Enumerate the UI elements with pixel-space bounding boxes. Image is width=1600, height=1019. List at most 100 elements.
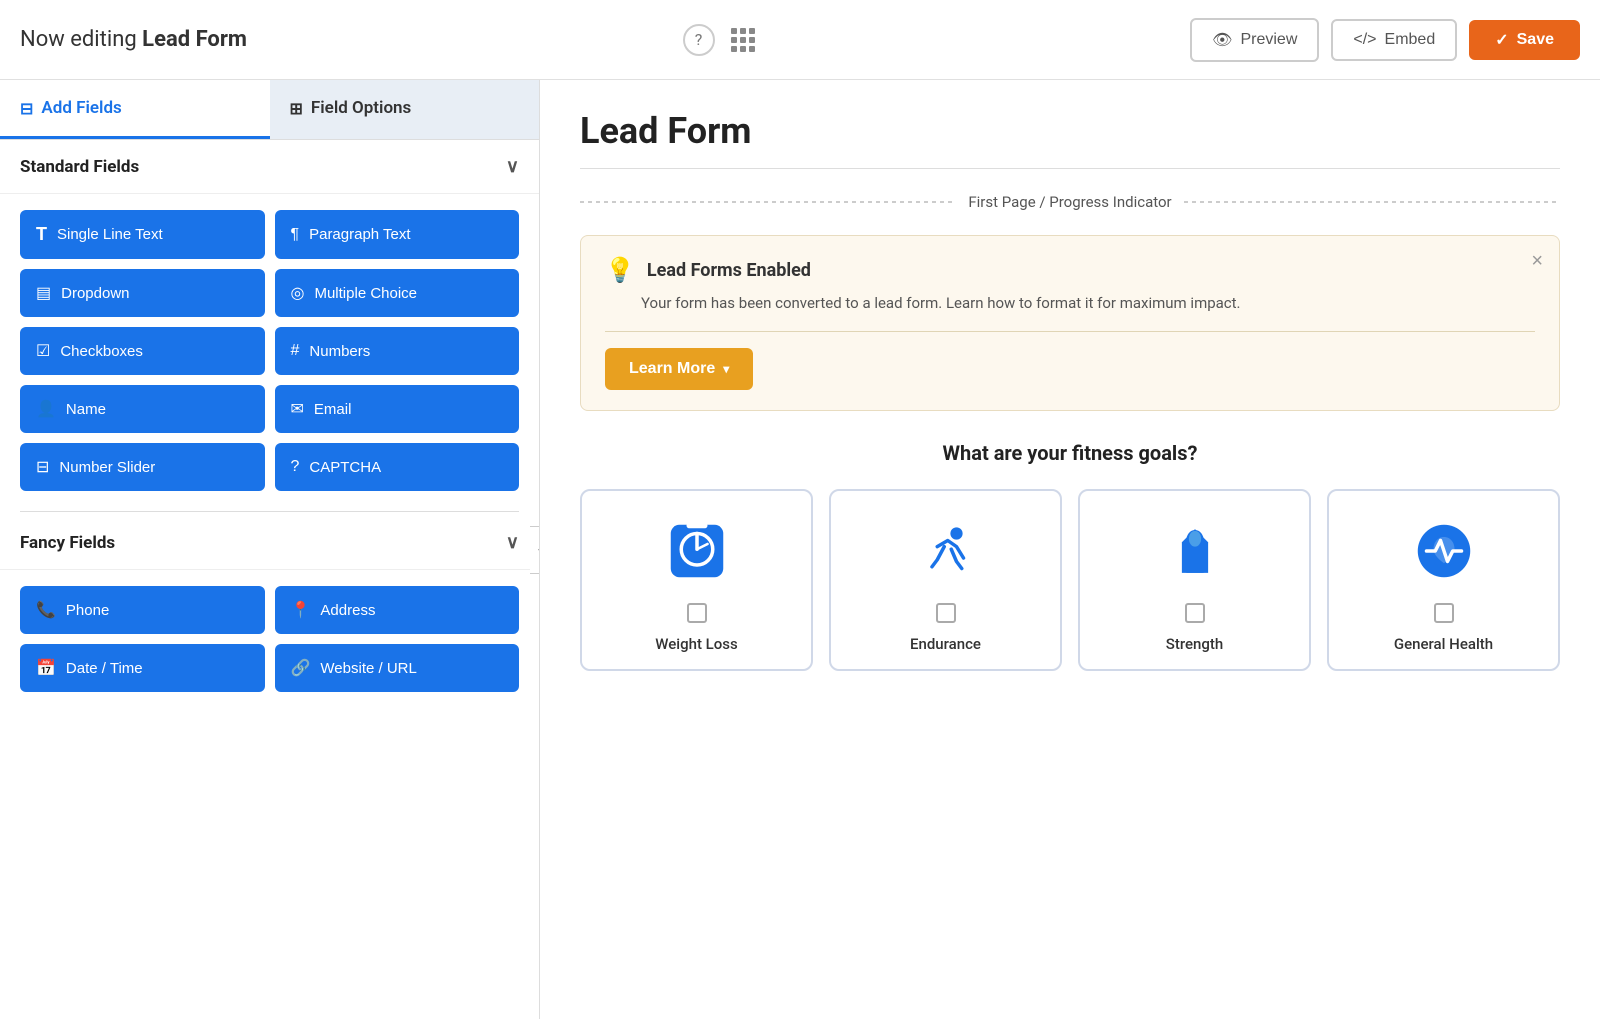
code-icon: </> xyxy=(1353,31,1376,49)
editing-label: Now editing Lead Form xyxy=(20,27,247,52)
help-icon[interactable]: ? xyxy=(683,24,715,56)
paragraph-icon: ¶ xyxy=(291,226,300,244)
fitness-question: What are your fitness goals? xyxy=(580,441,1560,465)
weight-loss-icon xyxy=(662,516,732,586)
fancy-fields-grid: 📞 Phone 📍 Address 📅 Date / Time 🔗 Websit… xyxy=(0,570,539,708)
field-label: Email xyxy=(314,401,352,418)
field-label: CAPTCHA xyxy=(309,459,381,476)
field-single-line-text[interactable]: T Single Line Text xyxy=(20,210,265,259)
person-icon: 👤 xyxy=(36,399,56,419)
phone-icon: 📞 xyxy=(36,600,56,620)
captcha-icon: ? xyxy=(291,458,300,476)
header: Now editing Lead Form ? 👁 Preview </> Em… xyxy=(0,0,1600,80)
field-address[interactable]: 📍 Address xyxy=(275,586,520,634)
weight-loss-icon-wrap xyxy=(657,511,737,591)
field-dropdown[interactable]: ▤ Dropdown xyxy=(20,269,265,317)
main-layout: ⊟ Add Fields ⊞ Field Options Standard Fi… xyxy=(0,80,1600,1019)
radio-icon: ◎ xyxy=(291,283,305,303)
lightbulb-icon: 💡 xyxy=(605,256,635,284)
sliders-icon: ⊞ xyxy=(290,99,303,118)
standard-fields-header[interactable]: Standard Fields ∨ xyxy=(0,140,539,194)
field-date-time[interactable]: 📅 Date / Time xyxy=(20,644,265,692)
endurance-checkbox[interactable] xyxy=(936,603,956,623)
content-area: Lead Form First Page / Progress Indicato… xyxy=(540,80,1600,1019)
pin-icon: 📍 xyxy=(291,600,311,620)
strength-icon-wrap xyxy=(1155,511,1235,591)
email-icon: ✉ xyxy=(291,399,304,419)
calendar-icon: 📅 xyxy=(36,658,56,678)
strength-checkbox[interactable] xyxy=(1185,603,1205,623)
slider-icon: ⊟ xyxy=(36,457,49,477)
fitness-card-general-health[interactable]: General Health xyxy=(1327,489,1560,671)
tab-add-fields-label: Add Fields xyxy=(41,98,121,118)
form-divider xyxy=(580,168,1560,169)
editing-prefix: Now editing xyxy=(20,27,142,52)
header-actions: 👁 Preview </> Embed ✓ Save xyxy=(1190,18,1580,62)
standard-fields-label: Standard Fields xyxy=(20,157,139,177)
strength-icon xyxy=(1160,516,1230,586)
sidebar-collapse-toggle[interactable]: < xyxy=(530,526,540,574)
link-icon: 🔗 xyxy=(291,658,311,678)
field-email[interactable]: ✉ Email xyxy=(275,385,520,433)
field-name[interactable]: 👤 Name xyxy=(20,385,265,433)
close-banner-button[interactable]: × xyxy=(1531,250,1543,273)
field-label: Website / URL xyxy=(320,660,416,677)
endurance-icon xyxy=(911,516,981,586)
progress-line-right xyxy=(1184,201,1560,203)
hash-icon: # xyxy=(291,342,300,360)
tab-field-options[interactable]: ⊞ Field Options xyxy=(270,80,540,139)
lead-banner-text: Your form has been converted to a lead f… xyxy=(605,292,1535,315)
chevron-down-icon-fancy: ∨ xyxy=(506,532,519,553)
eye-icon: 👁 xyxy=(1212,30,1232,50)
field-label: Phone xyxy=(66,602,109,619)
field-paragraph-text[interactable]: ¶ Paragraph Text xyxy=(275,210,520,259)
sidebar: ⊟ Add Fields ⊞ Field Options Standard Fi… xyxy=(0,80,540,1019)
embed-label: Embed xyxy=(1385,31,1436,49)
fancy-fields-header[interactable]: Fancy Fields ∨ xyxy=(0,516,539,570)
progress-line-left xyxy=(580,201,956,203)
form-title: Lead Form xyxy=(580,110,1560,152)
table-icon: ⊟ xyxy=(20,99,33,118)
save-button[interactable]: ✓ Save xyxy=(1469,20,1580,60)
fitness-card-endurance[interactable]: Endurance xyxy=(829,489,1062,671)
field-phone[interactable]: 📞 Phone xyxy=(20,586,265,634)
field-label: Dropdown xyxy=(61,285,129,302)
form-name: Lead Form xyxy=(142,27,247,52)
progress-row: First Page / Progress Indicator xyxy=(580,193,1560,211)
strength-label: Strength xyxy=(1166,635,1223,653)
embed-button[interactable]: </> Embed xyxy=(1331,19,1457,61)
field-label: Numbers xyxy=(309,343,370,360)
general-health-label: General Health xyxy=(1394,635,1493,653)
endurance-label: Endurance xyxy=(910,635,981,653)
dropdown-icon: ▤ xyxy=(36,283,51,303)
field-captcha[interactable]: ? CAPTCHA xyxy=(275,443,520,491)
save-label: Save xyxy=(1517,31,1554,49)
general-health-checkbox[interactable] xyxy=(1434,603,1454,623)
field-checkboxes[interactable]: ☑ Checkboxes xyxy=(20,327,265,375)
lead-banner-header: 💡 Lead Forms Enabled xyxy=(605,256,1535,284)
learn-more-button[interactable]: Learn More ▾ xyxy=(605,348,753,390)
field-label: Multiple Choice xyxy=(314,285,417,302)
fitness-card-weight-loss[interactable]: Weight Loss xyxy=(580,489,813,671)
section-divider xyxy=(20,511,519,512)
fancy-fields-label: Fancy Fields xyxy=(20,533,115,553)
grid-icon[interactable] xyxy=(731,28,755,52)
preview-label: Preview xyxy=(1240,31,1297,49)
tab-bar: ⊟ Add Fields ⊞ Field Options xyxy=(0,80,539,140)
endurance-icon-wrap xyxy=(906,511,986,591)
field-number-slider[interactable]: ⊟ Number Slider xyxy=(20,443,265,491)
weight-loss-label: Weight Loss xyxy=(655,635,737,653)
check-icon: ✓ xyxy=(1495,30,1508,50)
fitness-card-strength[interactable]: Strength xyxy=(1078,489,1311,671)
general-health-icon-wrap xyxy=(1404,511,1484,591)
field-multiple-choice[interactable]: ◎ Multiple Choice xyxy=(275,269,520,317)
field-label: Paragraph Text xyxy=(309,226,410,243)
field-numbers[interactable]: # Numbers xyxy=(275,327,520,375)
tab-add-fields[interactable]: ⊟ Add Fields xyxy=(0,80,270,139)
header-center: ? xyxy=(683,24,755,56)
preview-button[interactable]: 👁 Preview xyxy=(1190,18,1319,62)
weight-loss-checkbox[interactable] xyxy=(687,603,707,623)
field-label: Checkboxes xyxy=(60,343,143,360)
field-website-url[interactable]: 🔗 Website / URL xyxy=(275,644,520,692)
field-label: Name xyxy=(66,401,106,418)
